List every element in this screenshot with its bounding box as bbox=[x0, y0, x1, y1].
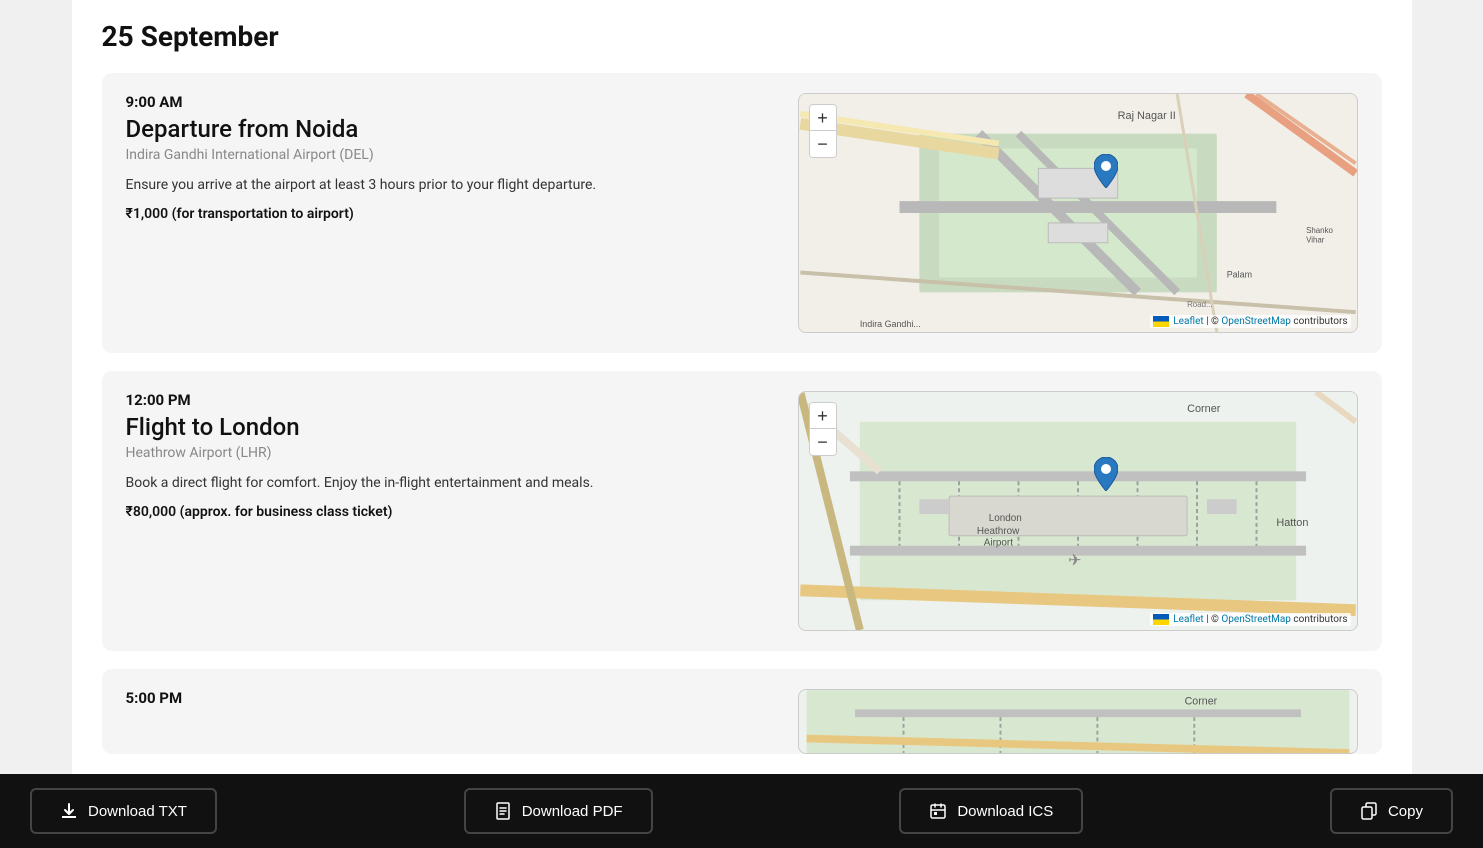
download-pdf-button[interactable]: Download PDF bbox=[464, 788, 653, 834]
page-title: 25 September bbox=[102, 20, 1382, 53]
map-attribution-flight-london: Leaflet | © OpenStreetMap contributors bbox=[1150, 613, 1351, 626]
osm-link[interactable]: OpenStreetMap bbox=[1221, 316, 1291, 327]
event-desc-flight-london: Book a direct flight for comfort. Enjoy … bbox=[126, 473, 778, 494]
download-pdf-icon bbox=[494, 802, 512, 820]
leaflet-link-2[interactable]: Leaflet bbox=[1173, 614, 1203, 625]
map-attribution-dep-noida: Leaflet | © OpenStreetMap contributors bbox=[1150, 315, 1351, 328]
event-location-flight-london: Heathrow Airport (LHR) bbox=[126, 445, 778, 461]
event-card-flight-london: 12:00 PM Flight to London Heathrow Airpo… bbox=[102, 371, 1382, 651]
osm-link-2[interactable]: OpenStreetMap bbox=[1221, 614, 1291, 625]
event-time-dep-noida: 9:00 AM bbox=[126, 93, 778, 111]
event-cost-dep-noida: ₹1,000 (for transportation to airport) bbox=[126, 206, 778, 222]
svg-text:London: London bbox=[988, 513, 1021, 524]
bottom-toolbar: Download TXT Download PDF Download ICS C… bbox=[0, 774, 1483, 848]
copy-icon bbox=[1360, 802, 1378, 820]
zoom-in-btn-dep-noida[interactable]: + bbox=[810, 105, 836, 131]
event-info-dep-noida: 9:00 AM Departure from Noida Indira Gand… bbox=[126, 93, 778, 333]
event-title-flight-london: Flight to London bbox=[126, 413, 778, 441]
event-time-partial: 5:00 PM bbox=[126, 689, 778, 707]
zoom-out-btn-flight-london[interactable]: − bbox=[810, 429, 836, 455]
svg-text:Heathrow: Heathrow bbox=[976, 526, 1019, 537]
zoom-out-btn-dep-noida[interactable]: − bbox=[810, 131, 836, 157]
download-txt-button[interactable]: Download TXT bbox=[30, 788, 217, 834]
map-controls-dep-noida: + − bbox=[809, 104, 837, 158]
map-controls-flight-london: + − bbox=[809, 402, 837, 456]
svg-text:✈: ✈ bbox=[1068, 553, 1081, 570]
svg-text:Raj Nagar II: Raj Nagar II bbox=[1117, 110, 1175, 122]
zoom-in-btn-flight-london[interactable]: + bbox=[810, 403, 836, 429]
svg-text:Corner: Corner bbox=[1184, 696, 1217, 708]
event-cost-flight-london: ₹80,000 (approx. for business class tick… bbox=[126, 504, 778, 520]
event-card-partial: 5:00 PM Corner bbox=[102, 669, 1382, 754]
map-dep-noida: Raj Nagar II Indira Gandhi... Palam Shan… bbox=[798, 93, 1358, 333]
event-info-partial: 5:00 PM bbox=[126, 689, 778, 734]
svg-text:Shanko: Shanko bbox=[1306, 226, 1333, 235]
svg-text:Corner: Corner bbox=[1187, 403, 1221, 415]
event-time-flight-london: 12:00 PM bbox=[126, 391, 778, 409]
map-partial: Corner bbox=[798, 689, 1358, 754]
event-card-dep-noida: 9:00 AM Departure from Noida Indira Gand… bbox=[102, 73, 1382, 353]
svg-text:Road...: Road... bbox=[1187, 300, 1213, 309]
svg-text:Hatton: Hatton bbox=[1276, 517, 1308, 529]
svg-text:Indira Gandhi...: Indira Gandhi... bbox=[859, 319, 920, 329]
svg-text:Palam: Palam bbox=[1226, 269, 1251, 279]
copy-button[interactable]: Copy bbox=[1330, 788, 1453, 834]
download-ics-button[interactable]: Download ICS bbox=[899, 788, 1083, 834]
leaflet-link[interactable]: Leaflet bbox=[1173, 316, 1203, 327]
svg-text:Vihar: Vihar bbox=[1306, 236, 1325, 245]
event-title-dep-noida: Departure from Noida bbox=[126, 115, 778, 143]
download-txt-icon bbox=[60, 802, 78, 820]
event-location-dep-noida: Indira Gandhi International Airport (DEL… bbox=[126, 147, 778, 163]
download-ics-icon bbox=[929, 802, 947, 820]
svg-text:Airport: Airport bbox=[983, 538, 1012, 549]
event-desc-dep-noida: Ensure you arrive at the airport at leas… bbox=[126, 175, 778, 196]
map-flight-london: London Heathrow Airport Corner Hatton ✈ … bbox=[798, 391, 1358, 631]
event-info-flight-london: 12:00 PM Flight to London Heathrow Airpo… bbox=[126, 391, 778, 631]
